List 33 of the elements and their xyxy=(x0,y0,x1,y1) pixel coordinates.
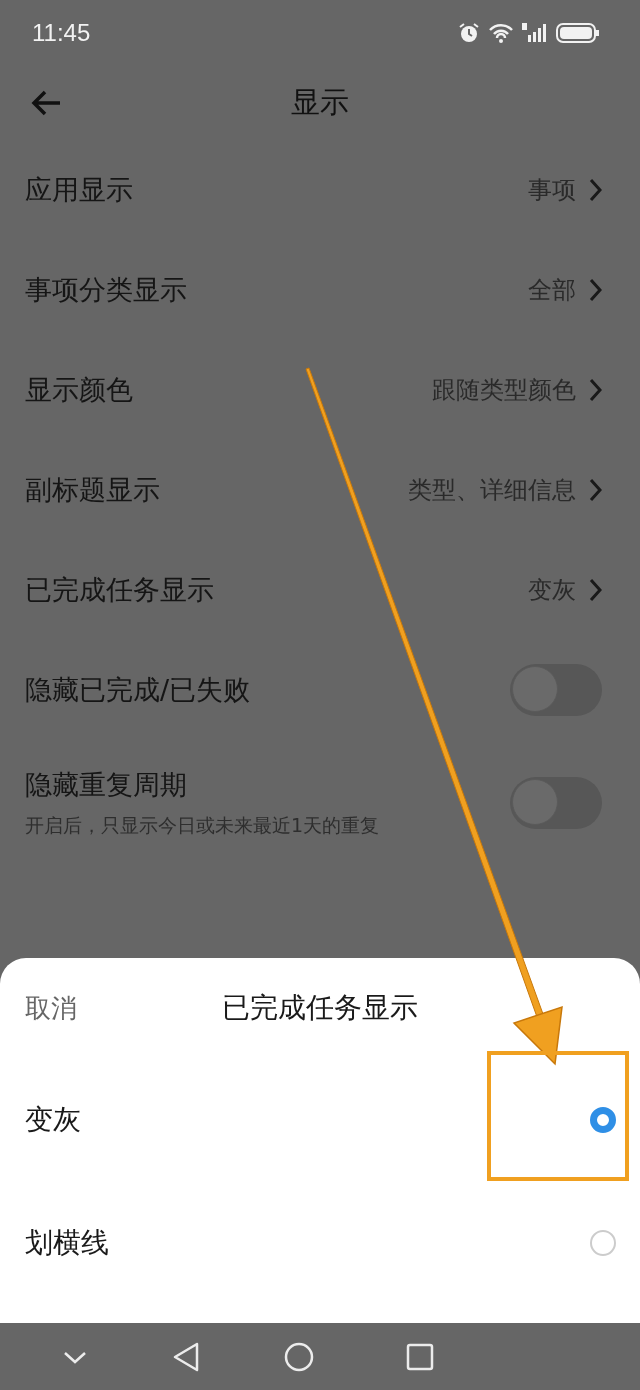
chevron-right-icon xyxy=(588,378,602,402)
setting-label: 显示颜色 xyxy=(25,373,133,407)
setting-value[interactable]: 变灰 xyxy=(528,574,576,606)
cancel-button[interactable]: 取消 xyxy=(25,990,77,1026)
back-icon[interactable] xyxy=(172,1341,200,1372)
setting-label: 副标题显示 xyxy=(25,473,160,507)
setting-label: 应用显示 xyxy=(25,173,133,207)
setting-value[interactable]: 全部 xyxy=(528,274,576,306)
radio-button[interactable] xyxy=(590,1106,616,1133)
option-label[interactable]: 变灰 xyxy=(25,1100,81,1139)
chevron-right-icon xyxy=(588,578,602,602)
setting-value[interactable]: 跟随类型颜色 xyxy=(432,374,576,406)
battery-icon xyxy=(556,21,600,44)
setting-label: 已完成任务显示 xyxy=(25,573,214,607)
sheet-title: 已完成任务显示 xyxy=(222,991,418,1024)
page-title: 显示 xyxy=(291,84,349,119)
chevron-right-icon xyxy=(588,178,602,202)
setting-label: 隐藏重复周期 xyxy=(25,768,188,802)
radio-button[interactable] xyxy=(590,1229,616,1256)
setting-value[interactable]: 类型、详细信息 xyxy=(408,474,576,506)
setting-description: 开启后，只显示今日或未来最近1天的重复 xyxy=(25,813,380,838)
alarm-icon xyxy=(458,21,480,44)
wifi-icon xyxy=(488,21,514,44)
status-time: 11:45 xyxy=(32,18,91,47)
setting-label: 隐藏已完成/已失败 xyxy=(25,673,251,707)
recents-icon[interactable] xyxy=(406,1342,434,1371)
chevron-right-icon xyxy=(588,278,602,302)
option-label[interactable]: 划横线 xyxy=(25,1223,109,1262)
home-icon[interactable] xyxy=(284,1341,314,1372)
setting-label: 事项分类显示 xyxy=(25,273,187,307)
chevron-right-icon xyxy=(588,478,602,502)
setting-value[interactable]: 事项 xyxy=(528,174,576,206)
signal-icon xyxy=(522,21,548,44)
